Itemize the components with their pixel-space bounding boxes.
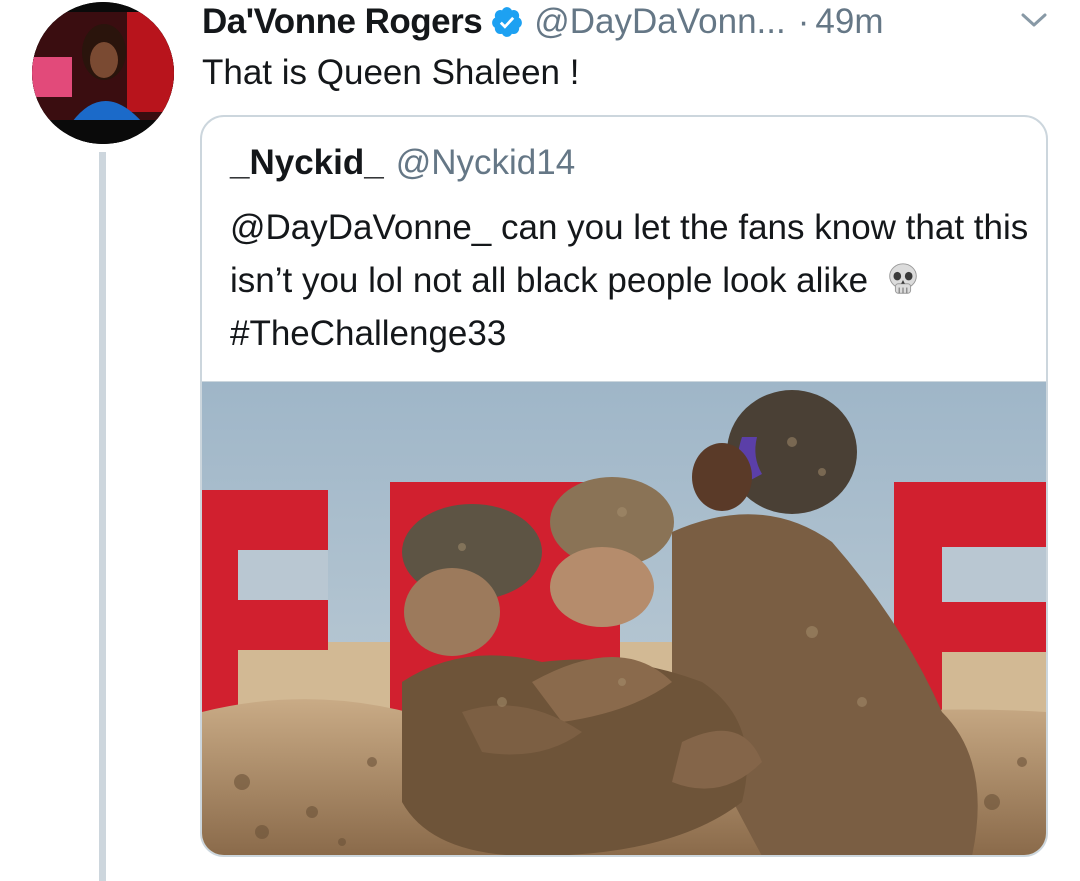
tweet-text: That is Queen Shaleen ! <box>202 53 580 92</box>
meta-separator: · <box>797 2 810 41</box>
hashtag-link[interactable]: #TheChallenge33 <box>230 314 506 353</box>
mud-challenge-photo <box>202 382 1046 855</box>
author-avatar[interactable] <box>32 2 174 144</box>
tweet-timestamp[interactable]: 49m <box>815 2 883 42</box>
author-display-name[interactable]: Da'Vonne Rogers <box>202 2 483 42</box>
quoted-tweet-card[interactable]: _Nyckid_ @Nyckid14 @DayDaVonne_ can you … <box>200 115 1048 857</box>
avatar-image <box>32 2 174 144</box>
skull-emoji-icon <box>889 263 917 294</box>
quoted-display-name[interactable]: _Nyckid_ <box>230 143 384 183</box>
verified-badge-icon <box>492 7 523 37</box>
tweet-header: Da'Vonne Rogers @DayDaVonn... · 49m <box>202 0 1062 44</box>
quoted-tweet-text: @DayDaVonne_ can you let the fans know t… <box>230 201 1030 360</box>
quoted-tweet-photo[interactable] <box>202 381 1046 855</box>
thread-connector-line <box>99 152 106 881</box>
author-handle[interactable]: @DayDaVonn... <box>534 2 786 42</box>
chevron-down-icon[interactable] <box>1020 10 1048 30</box>
quoted-handle[interactable]: @Nyckid14 <box>396 143 575 183</box>
quoted-tweet-header: _Nyckid_ @Nyckid14 <box>230 143 575 183</box>
